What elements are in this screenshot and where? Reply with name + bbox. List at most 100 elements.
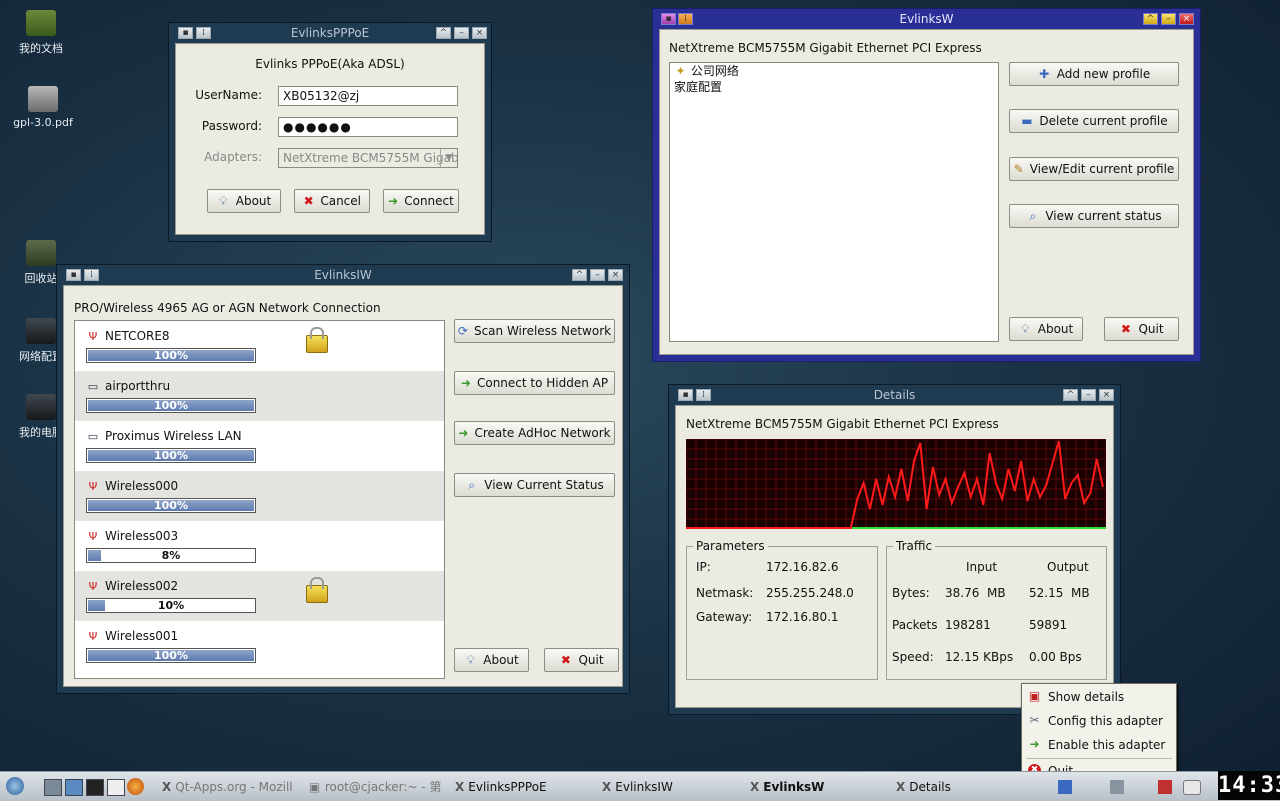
signal-bar: 100% xyxy=(86,648,256,663)
signal-percent: 100% xyxy=(154,649,188,662)
close-button[interactable]: × xyxy=(1099,389,1114,401)
quit-button[interactable]: ✖ Quit xyxy=(544,648,619,672)
computer-icon xyxy=(26,394,56,420)
desktop-icon-gpl[interactable]: gpl-3.0.pdf xyxy=(8,86,78,129)
list-item[interactable]: Ψ Wireless001 100% xyxy=(75,621,444,671)
gateway-label: Gateway: xyxy=(696,610,753,624)
menu-item-enable-adapter[interactable]: ➜ Enable this adapter xyxy=(1022,733,1176,757)
adapters-label: Adapters: xyxy=(204,150,262,164)
maximize-button[interactable]: ^ xyxy=(1143,13,1158,25)
about-button[interactable]: 💡︎ About xyxy=(454,648,529,672)
pager-icon[interactable] xyxy=(107,779,125,796)
profile-list[interactable]: ✦ 公司网络 家庭配置 xyxy=(669,62,999,342)
quit-button[interactable]: ✖ Quit xyxy=(1104,317,1179,341)
add-profile-button[interactable]: ✚ Add new profile xyxy=(1009,62,1179,86)
cancel-button[interactable]: ✖ Cancel xyxy=(294,189,370,213)
speed-output: 0.00 Bps xyxy=(1029,650,1082,664)
taskbar-item-firefox[interactable]: X Qt-Apps.org - Mozill xyxy=(162,777,293,797)
list-item[interactable]: Ψ Wireless000 100% xyxy=(75,471,444,521)
view-status-button[interactable]: ⌕ View current status xyxy=(1009,204,1179,228)
taskbar-item-terminal[interactable]: ▣ root@cjacker:~ - 第 xyxy=(308,777,442,797)
evlinksiw-window: ▪ ⁞ EvlinksIW ^ – × PRO/Wireless 4965 AG… xyxy=(56,264,630,694)
scan-wireless-button[interactable]: ⟳ Scan Wireless Network xyxy=(454,319,615,343)
username-label: UserName: xyxy=(195,88,262,102)
taskbar-item-details[interactable]: X Details xyxy=(896,777,951,797)
close-button[interactable]: × xyxy=(472,27,487,39)
details-icon: ▣ xyxy=(1028,689,1041,703)
close-icon: ✖ xyxy=(560,652,571,667)
bytes-output: 52.15 MB xyxy=(1029,586,1090,600)
tray-chat-icon[interactable] xyxy=(1183,780,1201,795)
about-button[interactable]: 💡︎ About xyxy=(207,189,281,213)
netmask-label: Netmask: xyxy=(696,586,754,600)
network-name: airportthru xyxy=(105,379,171,393)
trash-icon xyxy=(26,240,56,266)
close-icon: ✖ xyxy=(1120,321,1131,336)
list-item[interactable]: 家庭配置 xyxy=(670,79,998,95)
window-title: EvlinksW xyxy=(899,12,954,26)
username-input[interactable]: XB05132@zj xyxy=(278,86,458,106)
antenna-icon: Ψ xyxy=(88,480,98,493)
signal-bar: 100% xyxy=(86,498,256,513)
tray-network-icon[interactable] xyxy=(1058,780,1072,794)
taskbar-item-evlinksiw[interactable]: X EvlinksIW xyxy=(602,777,673,797)
desktop-icon-label: 我的文档 xyxy=(19,42,63,55)
lightbulb-icon: 💡︎ xyxy=(466,652,475,667)
taskbar-item-evlinkspppoe[interactable]: X EvlinksPPPoE xyxy=(455,777,547,797)
desktop-show-icon[interactable] xyxy=(44,779,62,796)
adapters-select[interactable]: NetXtreme BCM5755M Gigabit ▼ xyxy=(278,148,458,168)
list-item[interactable]: ▭ airportthru 100% xyxy=(75,371,444,421)
list-item[interactable]: ✦ 公司网络 xyxy=(670,63,998,79)
menu-item-config-adapter[interactable]: ✂ Config this adapter xyxy=(1022,709,1176,733)
computer-icon: ▭ xyxy=(87,380,99,393)
plus-icon: ✚ xyxy=(1039,66,1050,81)
minimize-button[interactable]: – xyxy=(1161,13,1176,25)
close-icon: ✖ xyxy=(303,193,314,208)
maximize-button[interactable]: ^ xyxy=(572,269,587,281)
lock-icon xyxy=(306,327,328,353)
minimize-button[interactable]: – xyxy=(1081,389,1096,401)
taskbar: X Qt-Apps.org - Mozill ▣ root@cjacker:~ -… xyxy=(0,771,1280,801)
connect-hidden-ap-button[interactable]: ➜ Connect to Hidden AP xyxy=(454,371,615,395)
menu-item-show-details[interactable]: ▣ Show details xyxy=(1022,685,1176,709)
start-menu-icon[interactable] xyxy=(6,777,24,795)
close-button[interactable]: × xyxy=(608,269,623,281)
parameters-title: Parameters xyxy=(693,539,768,553)
list-item[interactable]: ▭ Proximus Wireless LAN 100% xyxy=(75,421,444,471)
antenna-icon: Ψ xyxy=(88,630,98,643)
packets-label: Packets xyxy=(892,618,938,632)
wireless-network-list[interactable]: Ψ NETCORE8 100% ▭ airportthru 100% ▭ Proximus W… xyxy=(74,320,445,679)
graph-input-line xyxy=(686,440,1104,529)
minimize-button[interactable]: – xyxy=(590,269,605,281)
connect-button[interactable]: ➜ Connect xyxy=(383,189,459,213)
maximize-button[interactable]: ^ xyxy=(1063,389,1078,401)
about-button[interactable]: 💡︎ About xyxy=(1009,317,1083,341)
ip-label: IP: xyxy=(696,560,711,574)
taskbar-item-evlinksw[interactable]: X EvlinksW xyxy=(750,777,824,797)
list-item[interactable]: Ψ NETCORE8 100% xyxy=(75,321,444,371)
tray-volume-icon[interactable] xyxy=(1110,780,1124,794)
delete-profile-button[interactable]: ▬ Delete current profile xyxy=(1009,109,1179,133)
packets-input: 198281 xyxy=(945,618,991,632)
list-item[interactable]: Ψ Wireless002 10% xyxy=(75,571,444,621)
arrow-right-icon: ➜ xyxy=(460,375,471,390)
list-item[interactable]: Ψ Wireless003 8% xyxy=(75,521,444,571)
create-adhoc-button[interactable]: ➜ Create AdHoc Network xyxy=(454,421,615,445)
close-button[interactable]: × xyxy=(1179,13,1194,25)
maximize-button[interactable]: ^ xyxy=(436,27,451,39)
desktop-icon-documents[interactable]: 我的文档 xyxy=(6,10,76,56)
password-input[interactable]: ●●●●●● xyxy=(278,117,458,137)
password-label: Password: xyxy=(201,119,262,133)
magnifier-icon: ⌕ xyxy=(1029,208,1037,223)
firefox-icon[interactable] xyxy=(127,778,144,795)
gateway-value: 172.16.80.1 xyxy=(766,610,839,624)
tray-adapter-icon[interactable] xyxy=(1158,780,1172,794)
view-current-status-button[interactable]: ⌕ View Current Status xyxy=(454,473,615,497)
camera-icon[interactable] xyxy=(65,779,83,796)
minus-icon: ▬ xyxy=(1021,113,1033,128)
minimize-button[interactable]: – xyxy=(454,27,469,39)
signal-percent: 100% xyxy=(154,449,188,462)
terminal-icon[interactable] xyxy=(86,779,104,796)
star-icon: ✦ xyxy=(675,64,686,78)
edit-profile-button[interactable]: ✎ View/Edit current profile xyxy=(1009,157,1179,181)
